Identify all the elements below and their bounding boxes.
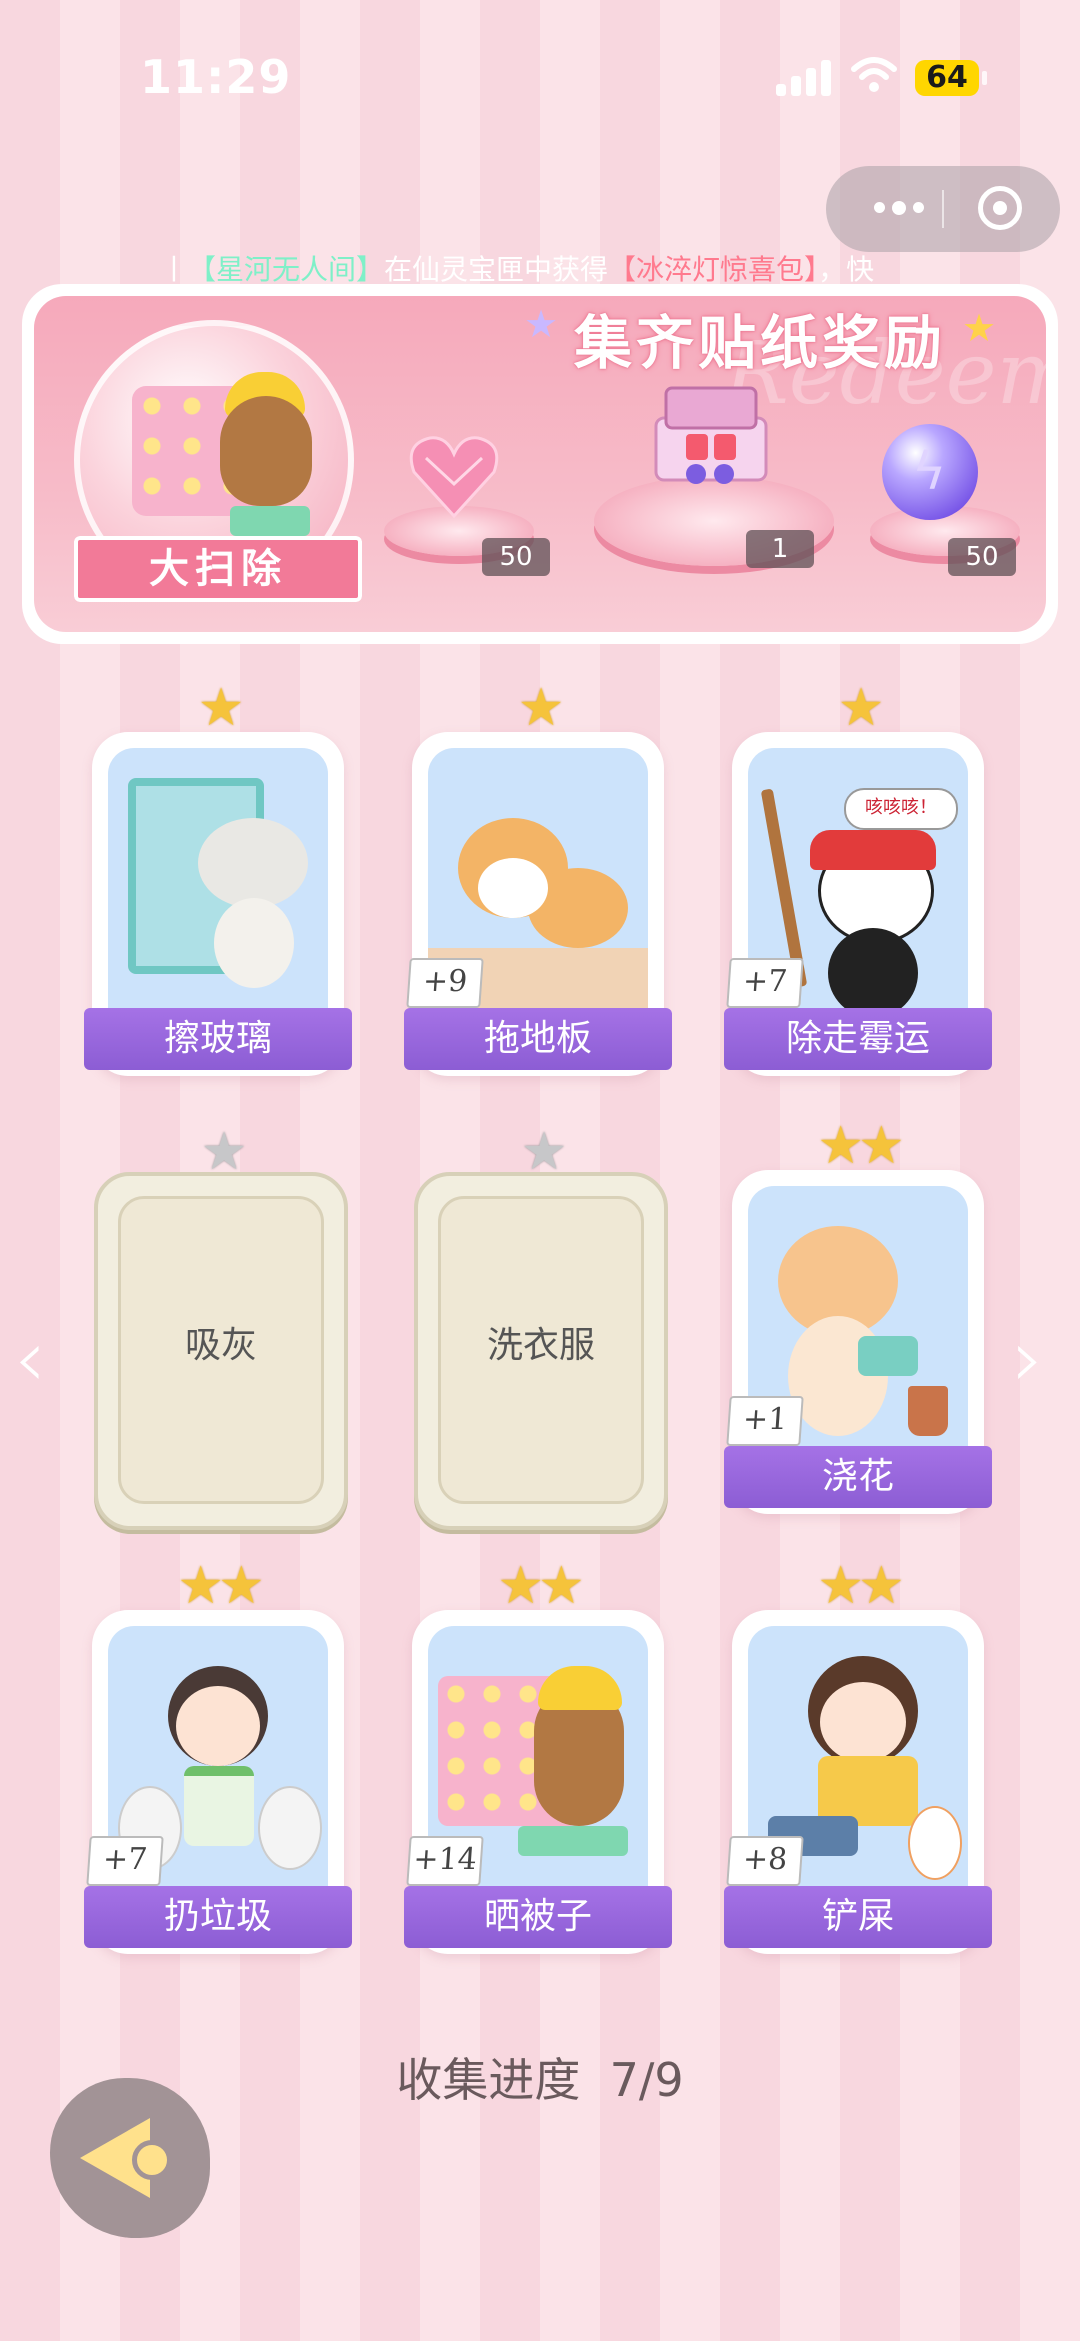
cat-cleaning-window-illustration [108,748,328,1036]
close-miniprogram-icon[interactable] [978,186,1022,230]
progress-label: 收集进度 [396,2053,581,2107]
card-label: 擦玻璃 [84,1008,352,1070]
card-label: 扔垃圾 [84,1886,352,1948]
card-label: 晒被子 [404,1886,672,1948]
star-rating: ★★ [497,1556,584,1616]
ticker-suffix: ，快 [818,254,875,285]
reward-banner: Redeem 集齐贴纸奖励 ★ ★ 大扫除 50 1 ϟ 50 [22,284,1058,644]
ticker-text: 在仙灵宝匣中获得 [384,254,609,285]
star-rating: ★ [200,1122,248,1182]
reward-count: 50 [948,538,1016,576]
card-label: 吸灰 [184,1325,257,1366]
ticker-user: 【星河无人间】 [188,254,385,285]
lightning-orb-icon[interactable]: ϟ [882,424,978,520]
bonus-badge: +8 [726,1836,804,1886]
heart-gem-icon[interactable] [406,428,502,524]
card-label: 浇花 [724,1446,992,1508]
sparkle-star-icon: ★ [524,302,559,346]
sticker-card-scoop-litter[interactable]: ★★ +8 铲屎 [724,1560,992,1954]
bonus-badge: +7 [726,958,804,1008]
sticker-card-water-flowers[interactable]: ★★ +1 浇花 [724,1120,992,1514]
progress-value: 7/9 [609,2053,684,2107]
sticker-card-take-out-trash[interactable]: ★★ +7 扔垃圾 [84,1560,352,1954]
bonus-badge: +14 [406,1836,484,1886]
card-label: 拖地板 [404,1008,672,1070]
star-rating: ★ [197,678,245,738]
next-page-button[interactable]: › [1012,1312,1044,1405]
stool-illustration [230,506,310,536]
back-button[interactable] [50,2078,210,2238]
more-icon[interactable] [874,201,924,215]
reward-count: 50 [482,538,550,576]
gift-box-icon[interactable] [646,382,776,492]
back-arrow-icon-dot [132,2140,172,2180]
capsule-divider [942,190,944,228]
sparkle-star-icon: ★ [962,306,997,350]
prev-page-button[interactable]: ‹ [14,1312,46,1405]
star-rating: ★★ [817,1556,904,1616]
bear-illustration [220,396,312,506]
bonus-badge: +9 [406,958,484,1008]
sticker-card-clean-window[interactable]: ★ 擦玻璃 [84,682,352,1076]
reward-count: 1 [746,530,814,568]
miniprogram-capsule [826,166,1060,252]
battery-indicator: 64 [915,60,987,96]
sticker-card-remove-bad-luck[interactable]: ★ 咳咳咳！ +7 除走霉运 [724,682,992,1076]
card-label: 洗衣服 [486,1325,595,1366]
sticker-card-sun-quilt[interactable]: ★★ +14 晒被子 [404,1560,672,1954]
speech-bubble: 咳咳咳！ [844,788,958,830]
bonus-badge: +1 [726,1396,804,1446]
cellular-signal-icon [776,58,832,96]
star-rating: ★ [517,678,565,738]
star-rating: ★★ [177,1556,264,1616]
sticker-card-mop-floor[interactable]: ★ +9 拖地板 [404,682,672,1076]
star-rating: ★ [520,1122,568,1182]
wifi-icon [851,57,897,92]
sticker-card-vacuum-locked[interactable]: ★ 吸灰 [94,1126,348,1530]
card-label: 铲屎 [724,1886,992,1948]
bonus-badge: +7 [86,1836,164,1886]
ticker-bar: 丨 [160,254,189,285]
banner-title: 集齐贴纸奖励 [574,309,947,377]
ticker-item: 【冰淬灯惊喜包】 [608,254,819,285]
theme-label: 大扫除 [149,546,287,592]
sticker-card-laundry-locked[interactable]: ★ 洗衣服 [414,1126,668,1530]
star-rating: ★ [837,678,885,738]
card-label: 除走霉运 [724,1008,992,1070]
announcement-ticker: 丨【星河无人间】在仙灵宝匣中获得【冰淬灯惊喜包】，快 [160,248,950,286]
theme-ribbon: 大扫除 [74,536,362,602]
status-time: 11:29 [140,50,292,104]
star-rating: ★★ [817,1116,904,1176]
